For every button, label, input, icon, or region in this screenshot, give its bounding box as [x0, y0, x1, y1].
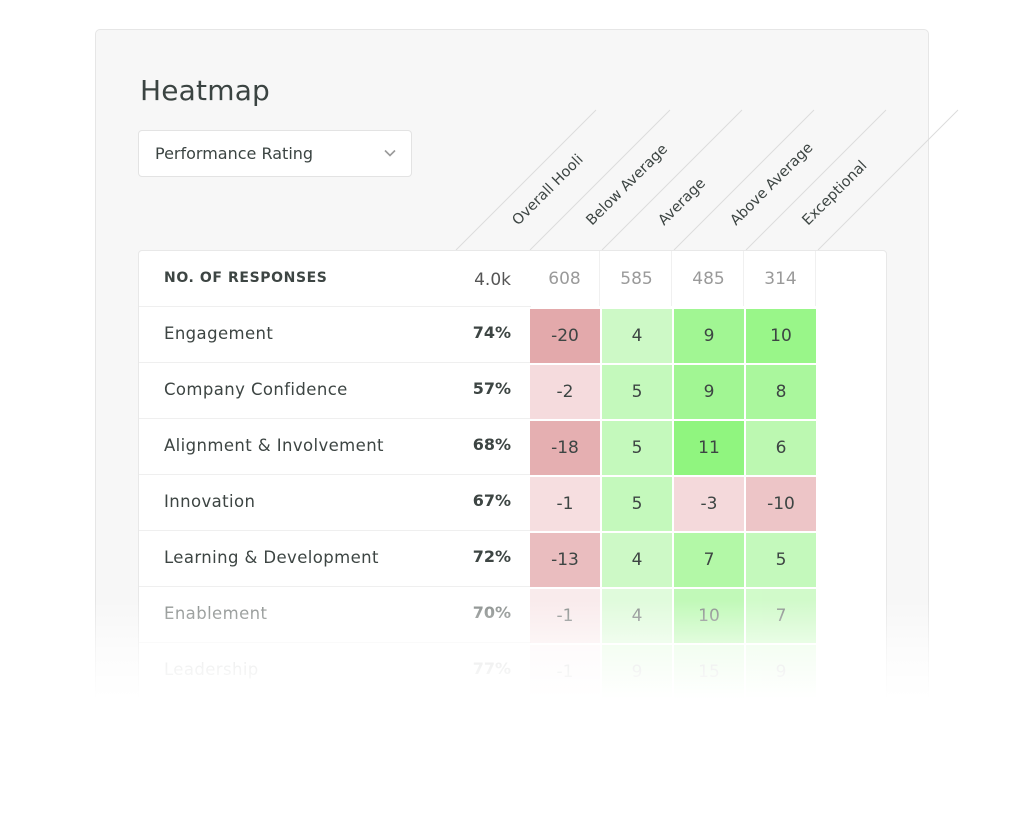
heatmap-cell[interactable]: -1: [530, 589, 600, 643]
heatmap-row[interactable]: Company Confidence 57%: [139, 363, 531, 419]
row-overall-value: 68%: [472, 435, 511, 454]
row-label: Innovation: [164, 492, 256, 511]
heatmap-cell[interactable]: 9: [746, 645, 816, 699]
responses-count-cell: 314: [746, 251, 816, 306]
heatmap-cell[interactable]: 6: [746, 421, 816, 475]
heatmap-cell[interactable]: 4: [602, 589, 672, 643]
heatmap-cell[interactable]: 9: [674, 365, 744, 419]
row-label: Leadership: [164, 660, 259, 679]
heatmap-cell[interactable]: 10: [746, 309, 816, 363]
row-overall-value: 67%: [472, 491, 511, 510]
heatmap-row[interactable]: Engagement 74%: [139, 307, 531, 363]
column-header-label[interactable]: Average: [656, 175, 709, 228]
row-overall-value: 77%: [472, 659, 511, 678]
heatmap-row[interactable]: Enablement 70%: [139, 587, 531, 643]
rating-filter-value: Performance Rating: [155, 144, 314, 163]
row-label: Engagement: [164, 324, 274, 343]
responses-row: NO. OF RESPONSES 4.0k: [139, 251, 531, 307]
page-title: Heatmap: [140, 74, 271, 107]
heatmap-cell[interactable]: 8: [746, 365, 816, 419]
row-overall-value: 70%: [472, 603, 511, 622]
heatmap-cell[interactable]: 5: [602, 477, 672, 531]
chevron-down-icon: [384, 149, 396, 157]
heatmap-cell[interactable]: -3: [674, 477, 744, 531]
heatmap-cell[interactable]: 11: [674, 421, 744, 475]
heatmap-cell[interactable]: 4: [602, 533, 672, 587]
row-label: Alignment & Involvement: [164, 436, 384, 455]
heatmap-cell[interactable]: 15: [674, 645, 744, 699]
heatmap-row[interactable]: Learning & Development 72%: [139, 531, 531, 587]
heatmap-row[interactable]: Innovation 67%: [139, 475, 531, 531]
heatmap-cell[interactable]: 10: [674, 589, 744, 643]
column-header-label[interactable]: Exceptional: [800, 158, 871, 229]
heatmap-cell[interactable]: 7: [674, 533, 744, 587]
rating-filter-select[interactable]: Performance Rating: [138, 130, 412, 177]
heatmap-cell[interactable]: 5: [746, 533, 816, 587]
row-label: Enablement: [164, 604, 268, 623]
column-headers: Overall HooliBelow AverageAverage Above A…: [455, 109, 959, 251]
heatmap-table: NO. OF RESPONSES 4.0k Engagement 74% Compa…: [138, 250, 887, 710]
heatmap-cell[interactable]: -13: [530, 533, 600, 587]
row-overall-value: 57%: [472, 379, 511, 398]
row-label: Company Confidence: [164, 380, 348, 399]
responses-count-cell: 485: [674, 251, 744, 306]
responses-label: NO. OF RESPONSES: [164, 270, 328, 286]
responses-count-cell: 608: [530, 251, 600, 306]
heatmap-cell[interactable]: 4: [602, 309, 672, 363]
heatmap-cell[interactable]: -1: [530, 477, 600, 531]
column-divider-line: [455, 109, 597, 251]
row-overall-value: 74%: [472, 323, 511, 342]
heatmap-cell[interactable]: -18: [530, 421, 600, 475]
heatmap-cell[interactable]: -20: [530, 309, 600, 363]
heatmap-row[interactable]: Alignment & Involvement 68%: [139, 419, 531, 475]
heatmap-cell[interactable]: 7: [746, 589, 816, 643]
heatmap-cell[interactable]: 5: [602, 365, 672, 419]
heatmap-cell[interactable]: 9: [674, 309, 744, 363]
heatmap-cell[interactable]: -2: [530, 365, 600, 419]
row-overall-value: 72%: [472, 547, 511, 566]
heatmap-cell[interactable]: -10: [746, 477, 816, 531]
heatmap-cell[interactable]: 9: [602, 645, 672, 699]
column-header-label[interactable]: Overall Hooli: [510, 152, 587, 229]
bottom-blank: [0, 700, 1024, 815]
row-label: Learning & Development: [164, 548, 379, 567]
responses-count-cell: 585: [602, 251, 672, 306]
responses-total: 4.0k: [474, 270, 511, 290]
heatmap-cell[interactable]: -1: [530, 645, 600, 699]
heatmap-row[interactable]: Leadership 77%: [139, 643, 531, 699]
heatmap-cell[interactable]: 5: [602, 421, 672, 475]
